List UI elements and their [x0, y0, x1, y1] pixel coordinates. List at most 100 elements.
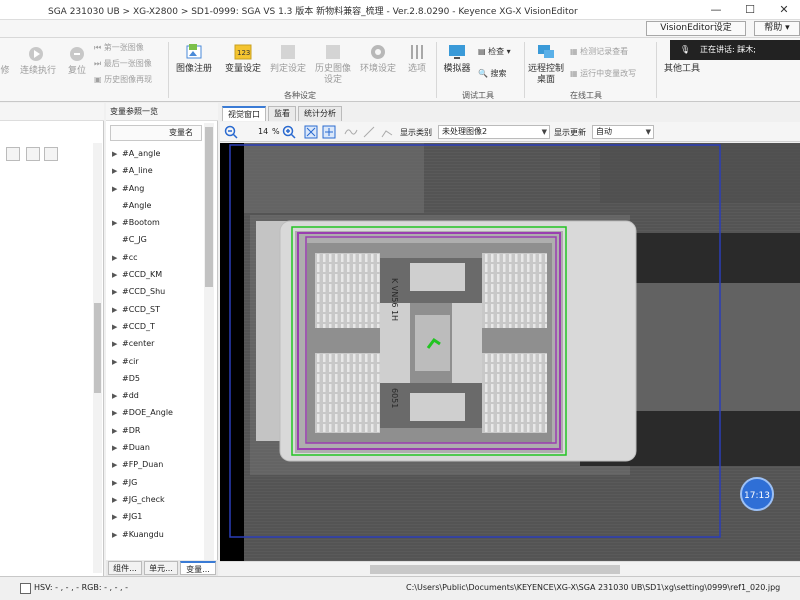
expand-arrow-icon[interactable]: ▶ — [112, 388, 122, 405]
variable-list-item[interactable]: ▶ #Bootom — [112, 214, 202, 231]
variable-list-item[interactable]: ▶ #CCD_KM — [112, 266, 202, 283]
viewer-hscrollbar[interactable] — [220, 561, 800, 576]
history-replay-button[interactable]: ▣ 历史图像再现 — [94, 74, 152, 85]
expand-arrow-icon[interactable]: ▶ — [112, 475, 122, 492]
expand-arrow-icon[interactable]: ▶ — [112, 163, 122, 180]
zoom-value[interactable]: 14 — [258, 127, 268, 136]
variable-label: #CCD_Shu — [122, 287, 166, 297]
expand-arrow-icon[interactable]: ▶ — [112, 181, 122, 198]
expand-arrow-icon[interactable]: ▶ — [112, 302, 122, 319]
maximize-button[interactable]: ☐ — [734, 0, 766, 20]
variable-list-item[interactable]: #C_JG — [112, 231, 202, 248]
csv-export-icon[interactable] — [26, 147, 40, 161]
left-pane-scroll-thumb[interactable] — [94, 303, 101, 393]
zoom-in-icon[interactable] — [282, 125, 296, 139]
expand-arrow-icon[interactable]: ▶ — [112, 492, 122, 509]
variable-list-item[interactable]: ▶ #JG_check — [112, 491, 202, 508]
variable-name-column-header[interactable]: 变量名 — [110, 125, 202, 141]
variable-list-item[interactable]: ▶ #CCD_T — [112, 318, 202, 335]
variable-pane-scroll-thumb[interactable] — [205, 127, 213, 287]
remote-desktop-button[interactable]: 远程控制桌面 — [526, 42, 566, 86]
actual-size-icon[interactable] — [322, 125, 336, 139]
variable-list-item[interactable]: ▶ #Kuangdu — [112, 526, 202, 543]
expand-arrow-icon[interactable]: ▶ — [112, 267, 122, 284]
help-menu[interactable]: 帮助 ▾ — [754, 21, 800, 36]
judgment-settings-label: 判定设定 — [269, 64, 306, 74]
expand-arrow-icon[interactable]: ▶ — [112, 509, 122, 526]
tab-monitor[interactable]: 监看 — [268, 106, 296, 121]
measure-icon[interactable] — [362, 125, 376, 139]
tab-statistics[interactable]: 统计分析 — [298, 106, 342, 121]
inspect-button[interactable]: ▤ 检查 ▾ — [478, 46, 511, 57]
move-icon[interactable] — [6, 147, 20, 161]
viewer-hscroll-thumb[interactable] — [370, 565, 620, 574]
expand-arrow-icon[interactable]: ▶ — [112, 215, 122, 232]
simulator-button[interactable]: 模拟器 — [440, 42, 474, 75]
variable-list-item[interactable]: ▶ #center — [112, 335, 202, 352]
expand-arrow-icon[interactable]: ▶ — [112, 440, 122, 457]
expand-arrow-icon[interactable]: ▶ — [112, 336, 122, 353]
reset-button[interactable]: 复位 — [62, 44, 92, 77]
tab-variables[interactable]: 变量... — [180, 561, 216, 575]
variable-list-item[interactable]: ▶ #A_angle — [112, 145, 202, 162]
visioneditor-settings-button[interactable]: VisionEditor设定 — [646, 21, 746, 36]
expand-arrow-icon[interactable]: ▶ — [112, 250, 122, 267]
csv-import-icon[interactable] — [44, 147, 58, 161]
variable-list-item[interactable]: ▶ #cir — [112, 353, 202, 370]
variable-list-item[interactable]: #Angle — [112, 197, 202, 214]
tab-units[interactable]: 单元... — [144, 561, 178, 575]
voice-notification: 🎙 正在讲话: 踩木; — [670, 40, 800, 60]
fit-screen-icon[interactable] — [304, 125, 318, 139]
variable-list-item[interactable]: ▶ #Duan — [112, 439, 202, 456]
display-update-select[interactable]: 自动 ▼ — [592, 125, 654, 139]
expand-arrow-icon[interactable]: ▶ — [112, 423, 122, 440]
close-button[interactable]: ✕ — [768, 0, 800, 20]
runtime-variable-button[interactable]: ▦ 运行中变量改写 — [570, 68, 636, 79]
variable-list-item[interactable]: #D5 — [112, 370, 202, 387]
bottom-tabs: 组件... 单元... 变量... — [106, 560, 218, 576]
inspection-image-canvas[interactable]: K VN56 1H 6051 — [220, 143, 800, 561]
wave-icon[interactable] — [344, 125, 358, 139]
variable-settings-button[interactable]: 123 变量设定 — [222, 42, 264, 75]
variable-list-item[interactable]: ▶ #Ang — [112, 180, 202, 197]
first-image-button[interactable]: ⏮ 第一张图像 — [94, 42, 144, 53]
variable-label: #A_line — [122, 166, 153, 176]
last-image-button[interactable]: ⏭ 最后一张图像 — [94, 58, 152, 69]
expand-arrow-icon[interactable]: ▶ — [112, 284, 122, 301]
minimize-button[interactable]: — — [700, 0, 732, 20]
tab-components[interactable]: 组件... — [108, 561, 142, 575]
profile-icon[interactable] — [380, 125, 394, 139]
edit-icon: ▦ — [570, 69, 581, 78]
options-button[interactable]: 选项 — [402, 42, 432, 75]
expand-arrow-icon[interactable]: ▶ — [112, 354, 122, 371]
variable-list-item[interactable]: ▶ #cc — [112, 249, 202, 266]
log-view-button[interactable]: ▦ 检测记录查看 — [570, 46, 628, 57]
variable-list-item[interactable]: ▶ #CCD_Shu — [112, 283, 202, 300]
variable-list-item[interactable]: ▶ #CCD_ST — [112, 301, 202, 318]
variable-list-item[interactable]: ▶ #DR — [112, 422, 202, 439]
env-settings-button[interactable]: 环境设定 — [358, 42, 398, 75]
expand-arrow-icon[interactable]: ▶ — [112, 457, 122, 474]
other-tools-label: 其他工具 — [663, 64, 700, 74]
expand-arrow-icon[interactable]: ▶ — [112, 319, 122, 336]
history-icon: ▣ — [94, 75, 105, 84]
search-button[interactable]: 🔍 搜索 — [478, 68, 507, 79]
tab-vision-window[interactable]: 视觉窗口 — [222, 106, 266, 121]
variable-list-item[interactable]: ▶ #A_line — [112, 162, 202, 179]
variable-list-item[interactable]: ▶ #dd — [112, 387, 202, 404]
time-badge[interactable]: 17:13 — [740, 477, 774, 511]
pixel-readout: HSV: - , - , - RGB: - , - , - — [34, 583, 129, 592]
history-settings-button[interactable]: 历史图像设定 — [312, 42, 354, 86]
image-register-button[interactable]: 图像注册 — [172, 42, 216, 75]
judgment-settings-button[interactable]: 判定设定 — [268, 42, 308, 75]
zoom-out-icon[interactable] — [224, 125, 238, 139]
variable-list-item[interactable]: ▶ #JG — [112, 474, 202, 491]
expand-arrow-icon[interactable]: ▶ — [112, 527, 122, 544]
expand-arrow-icon[interactable]: ▶ — [112, 405, 122, 422]
expand-arrow-icon[interactable]: ▶ — [112, 146, 122, 163]
variable-list-item[interactable]: ▶ #FP_Duan — [112, 456, 202, 473]
display-type-select[interactable]: 未处理图像2 ▼ — [438, 125, 550, 139]
variable-list-item[interactable]: ▶ #DOE_Angle — [112, 404, 202, 421]
continuous-run-button[interactable]: 连续执行 — [18, 44, 58, 77]
variable-list-item[interactable]: ▶ #JG1 — [112, 508, 202, 525]
